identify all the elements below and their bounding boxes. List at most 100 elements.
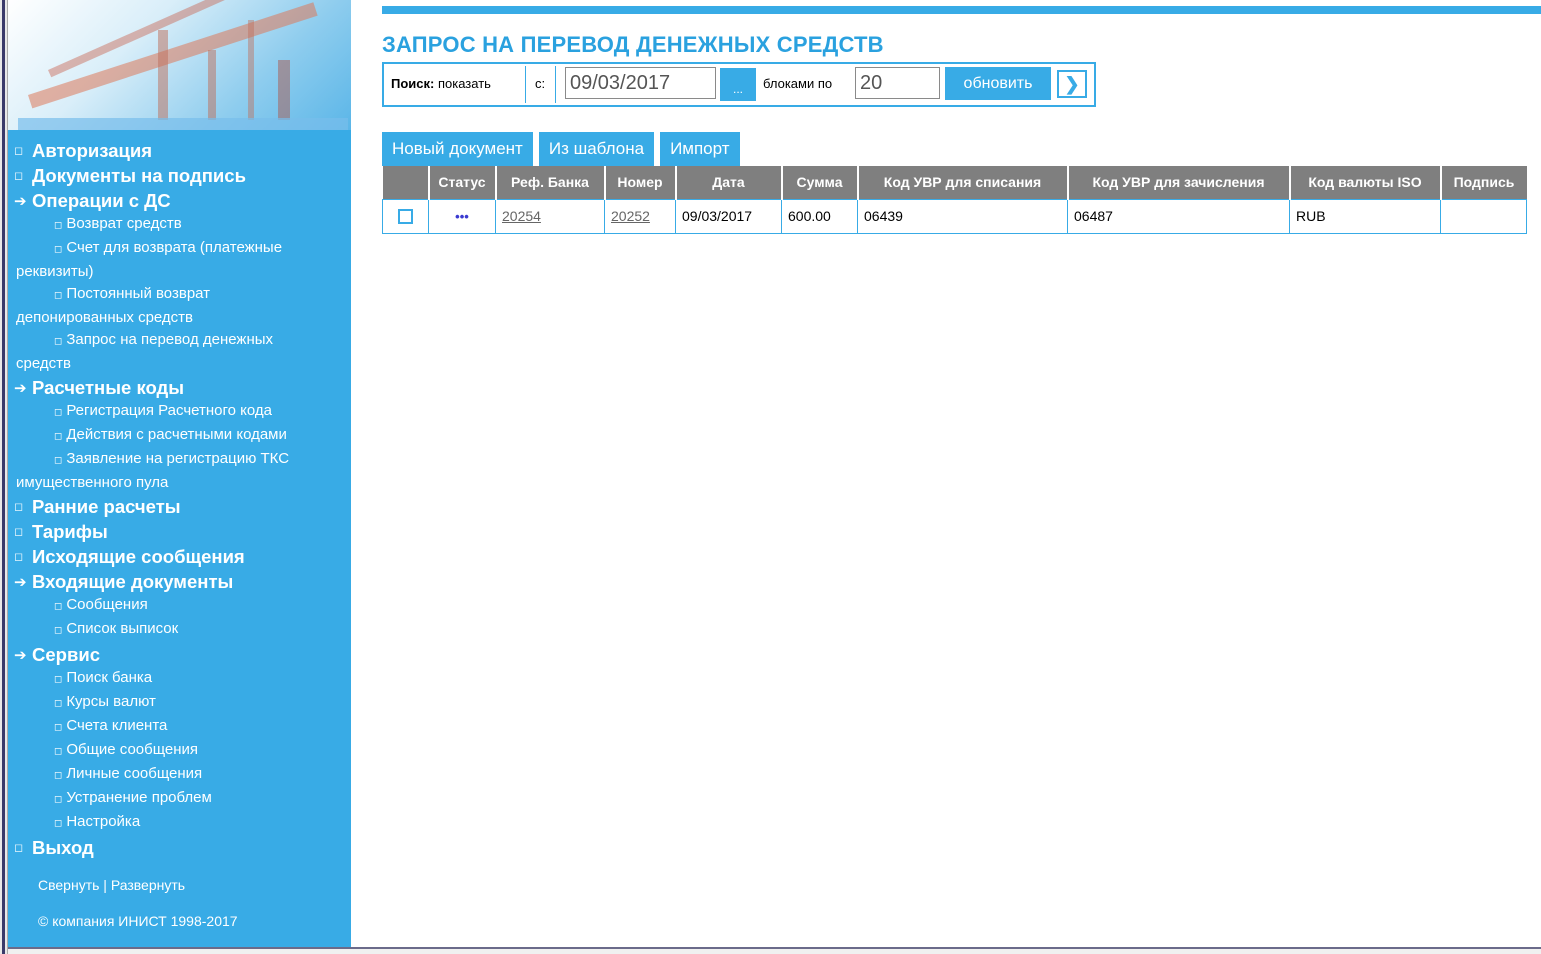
row-checkbox[interactable] <box>398 209 413 225</box>
sidebar-subitem[interactable]: ◻ Действия с расчетными кодами <box>8 424 351 448</box>
sidebar-item[interactable]: ➔ Сервис <box>8 642 351 667</box>
square-bullet-icon: ◻ <box>54 818 63 829</box>
sidebar-subitem-label: Курсы валют <box>66 693 156 710</box>
search-label-bold: Поиск: <box>391 76 435 91</box>
sidebar-subitem[interactable]: ◻ Счет для возврата (платежные реквизиты) <box>8 237 351 283</box>
amount-cell: 600.00 <box>781 198 858 234</box>
sidebar-subitem[interactable]: ◻ Список выписок <box>8 618 351 642</box>
next-page-button[interactable]: ❯ <box>1057 70 1087 98</box>
square-bullet-icon: ◻ <box>54 674 63 685</box>
date-picker-button[interactable]: ... <box>720 68 756 101</box>
square-bullet-icon: ◻ <box>14 526 24 538</box>
app-window: ◻ Авторизация ◻ Документы на подпись ➔ Операц… <box>0 0 1541 954</box>
sidebar-item[interactable]: ◻ Документы на подпись <box>8 163 351 188</box>
square-bullet-icon: ◻ <box>54 601 63 612</box>
sidebar-subitem-label: Счет для возврата (платежные <box>66 239 283 256</box>
date-cell: 09/03/2017 <box>675 198 782 234</box>
debit-code-cell: 06439 <box>857 198 1068 234</box>
new-document-button[interactable]: Новый документ <box>382 132 533 166</box>
sidebar-item-label: Сервис <box>32 643 100 665</box>
arrow-right-icon: ➔ <box>14 646 27 664</box>
sidebar-subitem-label: Общие сообщения <box>66 741 199 758</box>
sidebar-subitem-label: Счета клиента <box>66 717 168 734</box>
square-bullet-icon: ◻ <box>14 842 24 854</box>
blocks-label: блоками по <box>763 76 833 91</box>
square-bullet-icon: ◻ <box>54 722 63 733</box>
column-header-bank-ref[interactable]: Реф. Банка <box>495 166 606 199</box>
sidebar-subitem-label: Поиск банка <box>66 669 153 686</box>
arrow-right-icon: ➔ <box>14 379 27 397</box>
sidebar-subitem[interactable]: ◻ Курсы валют <box>8 691 351 715</box>
sidebar-subitem[interactable]: ◻ Возврат средств <box>8 213 351 237</box>
chevron-right-icon: ❯ <box>1064 74 1080 94</box>
sidebar-item[interactable]: ➔ Расчетные коды <box>8 375 351 400</box>
sidebar-subitem-label: Сообщения <box>66 596 148 613</box>
sidebar-subitem[interactable]: ◻ Личные сообщения <box>8 763 351 787</box>
column-header-status[interactable]: Статус <box>428 166 497 199</box>
sidebar-subitem[interactable]: ◻ Поиск банка <box>8 667 351 691</box>
table-row[interactable]: ••• 20254 20252 09/03/2017 600.00 06439 … <box>382 198 1527 234</box>
sidebar-item[interactable]: ◻ Тарифы <box>8 519 351 544</box>
sidebar-item[interactable]: ◻ Ранние расчеты <box>8 494 351 519</box>
collapse-link[interactable]: Свернуть <box>38 877 99 893</box>
status-indicator-icon[interactable]: ••• <box>455 209 469 224</box>
column-header-credit-code[interactable]: Код УВР для зачисления <box>1067 166 1291 199</box>
from-template-button[interactable]: Из шаблона <box>538 132 655 166</box>
table-header-row: Статус Реф. Банка Номер Дата Сумма Код У… <box>382 166 1527 199</box>
sidebar-subitem-label: Настройка <box>66 813 141 830</box>
expand-link[interactable]: Развернуть <box>111 877 185 893</box>
sidebar-subitem[interactable]: ◻ Регистрация Расчетного кода <box>8 400 351 424</box>
credit-code-cell: 06487 <box>1067 198 1290 234</box>
column-header-number[interactable]: Номер <box>604 166 677 199</box>
sidebar-item[interactable]: ◻ Исходящие сообщения <box>8 544 351 569</box>
top-accent-bar <box>382 6 1541 14</box>
square-bullet-icon: ◻ <box>54 770 63 781</box>
sidebar-item[interactable]: ➔ Входящие документы <box>8 569 351 594</box>
column-header-currency[interactable]: Код валюты ISO <box>1289 166 1442 199</box>
sidebar-item[interactable]: ➔ Операции с ДС <box>8 188 351 213</box>
column-header-amount[interactable]: Сумма <box>781 166 859 199</box>
arrow-right-icon: ➔ <box>14 192 27 210</box>
document-number-link[interactable]: 20252 <box>611 208 650 224</box>
sidebar-subitem-label: Список выписок <box>66 620 179 637</box>
sidebar-item[interactable]: ◻ Выход <box>8 835 351 860</box>
sidebar-item-label: Исходящие сообщения <box>32 545 245 567</box>
sidebar-item[interactable]: ◻ Авторизация <box>8 138 351 163</box>
sidebar-subitem-label: Постоянный возврат <box>66 285 211 302</box>
sidebar-subitem-label: имущественного пула <box>16 474 169 491</box>
search-divider <box>525 66 526 103</box>
page-title: ЗАПРОС НА ПЕРЕВОД ДЕНЕЖНЫХ СРЕДСТВ <box>382 32 884 57</box>
status-cell: ••• <box>428 198 496 234</box>
search-show-label: показать <box>437 76 491 91</box>
column-header-date[interactable]: Дата <box>675 166 783 199</box>
square-bullet-icon: ◻ <box>54 698 63 709</box>
sidebar: ◻ Авторизация ◻ Документы на подпись ➔ Операц… <box>8 0 351 947</box>
square-bullet-icon: ◻ <box>54 455 63 466</box>
sidebar-subitem[interactable]: ◻ Заявление на регистрацию ТКС имущественн… <box>8 448 351 494</box>
sidebar-subitem[interactable]: ◻ Запрос на перевод денежных средств <box>8 329 351 375</box>
sidebar-subitem[interactable]: ◻ Постоянный возврат депонированных средст… <box>8 283 351 329</box>
sidebar-item-label: Документы на подпись <box>32 164 246 186</box>
sidebar-subitem[interactable]: ◻ Устранение проблем <box>8 787 351 811</box>
refresh-button[interactable]: обновить <box>945 67 1051 100</box>
sidebar-subitem[interactable]: ◻ Настройка <box>8 811 351 835</box>
square-bullet-icon: ◻ <box>54 220 63 231</box>
sidebar-item-label: Выход <box>32 836 94 858</box>
square-bullet-icon: ◻ <box>54 336 63 347</box>
blocks-count-input[interactable] <box>855 67 940 99</box>
sidebar-subitem-label: Личные сообщения <box>66 765 203 782</box>
import-button[interactable]: Импорт <box>660 132 740 166</box>
sidebar-subitem[interactable]: ◻ Сообщения <box>8 594 351 618</box>
column-header-signature[interactable]: Подпись <box>1440 166 1527 199</box>
action-toolbar: Новый документ Из шаблона Импорт <box>382 132 746 166</box>
date-input[interactable] <box>565 67 716 99</box>
square-bullet-icon: ◻ <box>14 145 24 157</box>
column-header-debit-code[interactable]: Код УВР для списания <box>857 166 1069 199</box>
square-bullet-icon: ◻ <box>54 794 63 805</box>
square-bullet-icon: ◻ <box>54 407 63 418</box>
sidebar-nav: ◻ Авторизация ◻ Документы на подпись ➔ Операц… <box>8 138 351 860</box>
sidebar-subitem[interactable]: ◻ Общие сообщения <box>8 739 351 763</box>
sidebar-subitem-label: Заявление на регистрацию ТКС <box>66 450 290 467</box>
bank-ref-link[interactable]: 20254 <box>502 208 541 224</box>
sidebar-subitem[interactable]: ◻ Счета клиента <box>8 715 351 739</box>
